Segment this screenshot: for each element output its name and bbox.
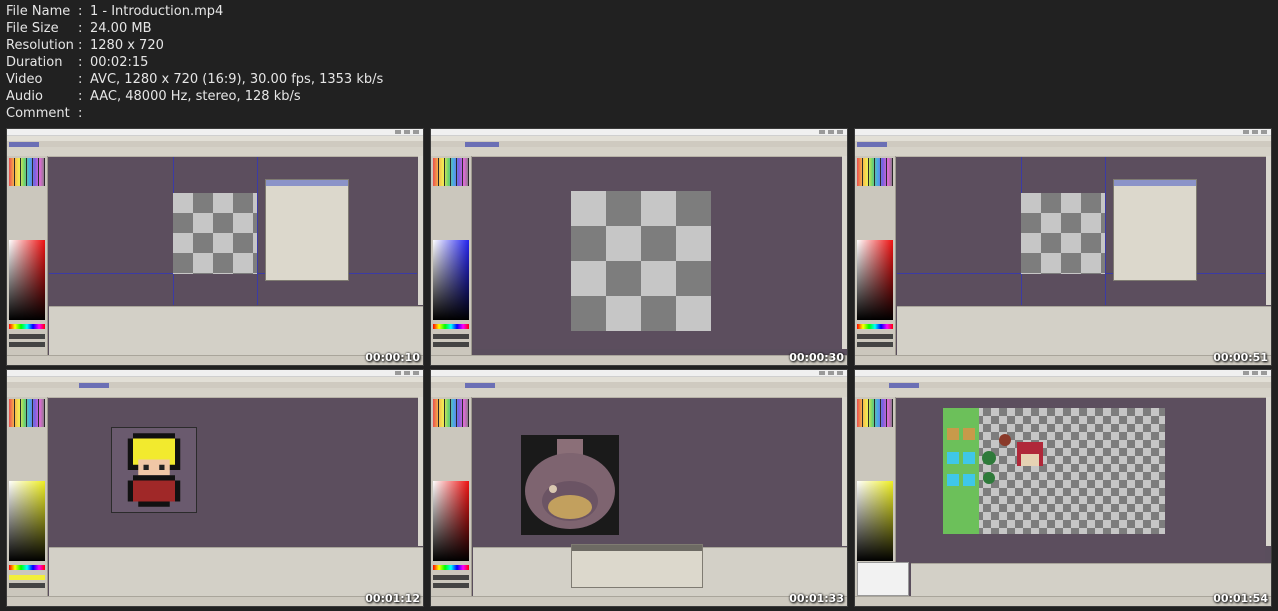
color-picker xyxy=(9,481,45,561)
timestamp: 00:00:51 xyxy=(1213,351,1268,364)
status-bar xyxy=(431,596,847,606)
editor-canvas xyxy=(897,157,1265,305)
toolbar xyxy=(855,388,1271,398)
window-controls xyxy=(395,129,419,135)
status-bar xyxy=(7,596,423,606)
toolbar xyxy=(431,147,847,157)
window-controls xyxy=(395,370,419,376)
hue-slider xyxy=(433,324,469,329)
timestamp: 00:01:33 xyxy=(789,592,844,605)
window-controls xyxy=(1243,129,1267,135)
video-thumbnail[interactable]: 00:00:30 xyxy=(430,128,848,366)
color-button xyxy=(9,342,45,347)
stone-well-sprite xyxy=(525,439,615,529)
video-thumbnail[interactable]: 00:01:12 xyxy=(6,369,424,607)
color-picker xyxy=(857,240,893,320)
window-titlebar xyxy=(7,370,423,377)
sprite-canvas xyxy=(943,408,1165,534)
timestamp: 00:01:54 xyxy=(1213,592,1268,605)
color-picker xyxy=(433,240,469,320)
status-bar xyxy=(431,355,847,365)
window-titlebar xyxy=(431,370,847,377)
scrollbar xyxy=(1266,156,1271,305)
window-titlebar xyxy=(855,129,1271,136)
editor-canvas xyxy=(49,398,417,546)
color-palette xyxy=(9,399,45,427)
left-panel xyxy=(7,156,48,355)
left-panel xyxy=(431,156,472,355)
left-panel xyxy=(7,397,48,596)
timestamp: 00:01:12 xyxy=(365,592,420,605)
editor-canvas xyxy=(473,157,841,349)
left-panel xyxy=(855,156,896,355)
status-bar xyxy=(7,355,423,365)
left-panel xyxy=(431,397,472,596)
thumbnail-grid: 00:00:10 00:00:30 00:00:51 00:01:12 00:0… xyxy=(0,0,1278,611)
color-button xyxy=(857,334,893,339)
window-titlebar xyxy=(855,370,1271,377)
video-thumbnail[interactable]: 00:00:10 xyxy=(6,128,424,366)
window-controls xyxy=(819,370,843,376)
color-palette xyxy=(433,158,469,186)
canvas-size-dialog xyxy=(1113,179,1197,281)
sprite-canvas xyxy=(1021,193,1105,274)
scrollbar xyxy=(418,397,423,546)
toolbar xyxy=(7,388,423,398)
window-titlebar xyxy=(7,129,423,136)
editor-canvas xyxy=(49,157,417,305)
color-button xyxy=(857,342,893,347)
color-button xyxy=(9,575,45,580)
hue-slider xyxy=(857,324,893,329)
canvas-size-dialog xyxy=(265,179,349,281)
sprite-canvas xyxy=(111,427,197,513)
toolbar xyxy=(855,147,1271,157)
timeline-panel xyxy=(897,306,1271,355)
timestamp: 00:00:10 xyxy=(365,351,420,364)
sprite-canvas xyxy=(571,191,711,331)
toolbar xyxy=(431,388,847,398)
color-button xyxy=(433,342,469,347)
color-button xyxy=(433,334,469,339)
color-palette xyxy=(857,158,893,186)
window-controls xyxy=(1243,370,1267,376)
brush-options-dialog xyxy=(571,544,703,588)
color-palette xyxy=(9,158,45,186)
timestamp: 00:00:30 xyxy=(789,351,844,364)
editor-canvas xyxy=(473,398,841,588)
video-thumbnail[interactable]: 00:00:51 xyxy=(854,128,1272,366)
timeline-panel xyxy=(49,306,423,355)
window-controls xyxy=(819,129,843,135)
video-thumbnail[interactable]: 00:01:54 xyxy=(854,369,1272,607)
color-palette xyxy=(857,399,893,427)
hue-slider xyxy=(9,324,45,329)
toolbar xyxy=(7,147,423,157)
color-button xyxy=(9,583,45,588)
window-titlebar xyxy=(431,129,847,136)
scrollbar xyxy=(842,156,847,349)
color-picker xyxy=(857,481,893,561)
scrollbar xyxy=(1266,397,1271,546)
color-button xyxy=(433,575,469,580)
color-picker xyxy=(433,481,469,561)
color-palette xyxy=(433,399,469,427)
preview-panel xyxy=(857,562,909,596)
timeline-panel xyxy=(49,547,423,596)
tileset-sprites xyxy=(943,408,1043,534)
status-bar xyxy=(855,596,1271,606)
status-bar xyxy=(855,355,1271,365)
video-thumbnail[interactable]: 00:01:33 xyxy=(430,369,848,607)
editor-canvas xyxy=(897,398,1265,564)
scrollbar xyxy=(418,156,423,305)
hue-slider xyxy=(433,565,469,570)
color-picker xyxy=(9,240,45,320)
character-sprite xyxy=(127,433,181,507)
sprite-canvas xyxy=(521,435,619,535)
hue-slider xyxy=(9,565,45,570)
sprite-canvas xyxy=(173,193,257,274)
color-button xyxy=(9,334,45,339)
color-button xyxy=(433,583,469,588)
scrollbar xyxy=(842,397,847,546)
